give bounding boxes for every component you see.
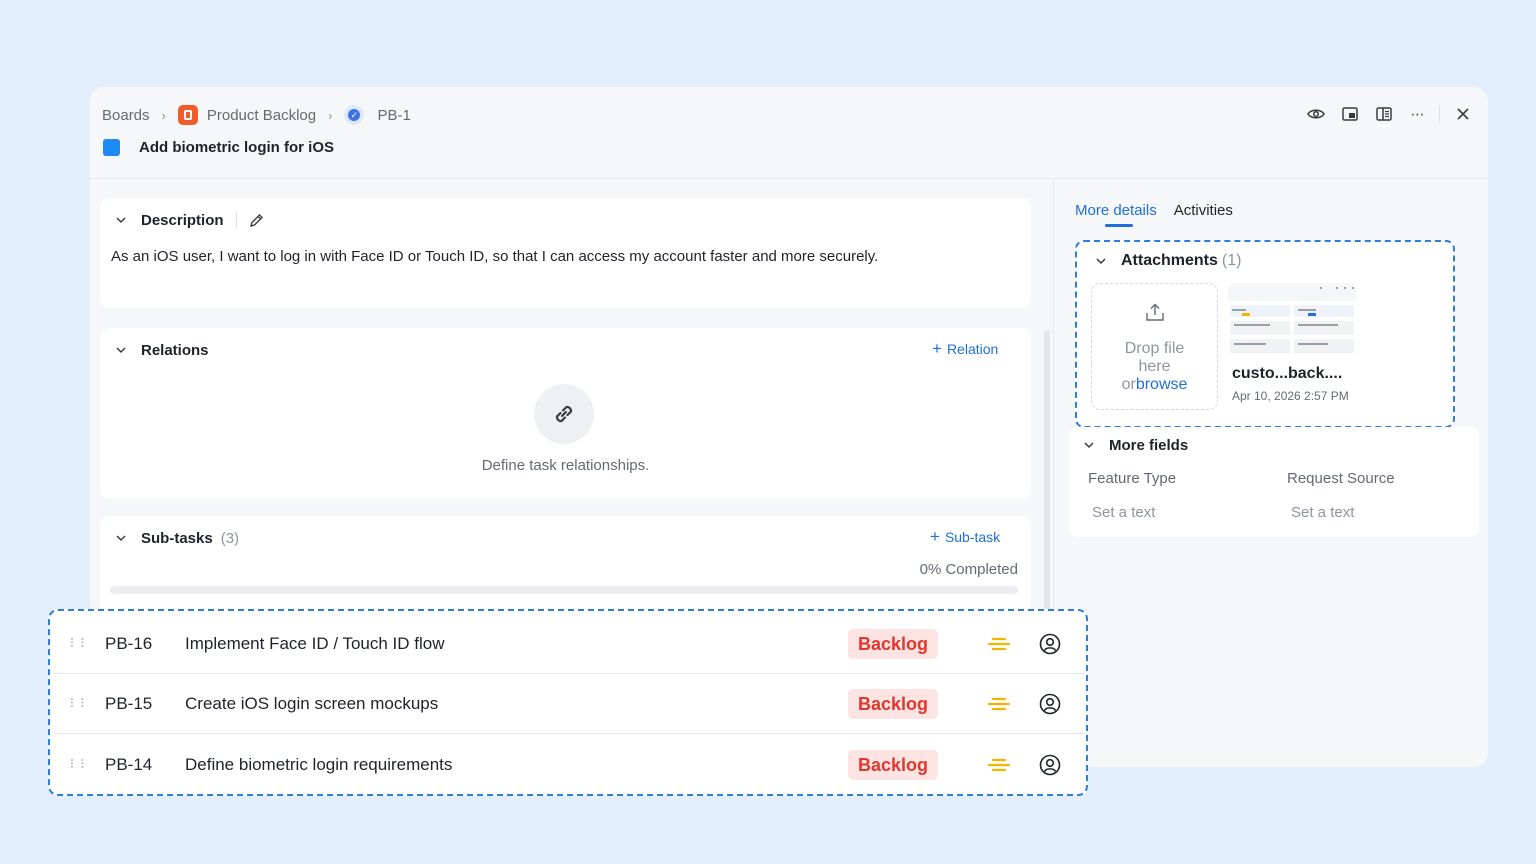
priority-medium-icon[interactable] [987,696,1011,712]
more-options-icon[interactable]: ⋯ [1407,104,1429,124]
drop-text-line2: here [1138,358,1171,375]
relations-header[interactable]: Relations [115,340,209,360]
chevron-down-icon [116,347,126,354]
drag-handle-icon[interactable]: ⠇⠇ [69,637,89,650]
subtask-id[interactable]: PB-16 [105,634,152,654]
assignee-avatar-icon[interactable] [1039,633,1061,655]
status-badge[interactable]: Backlog [848,689,939,719]
breadcrumb-board-label: Product Backlog [206,106,317,124]
subtasks-header[interactable]: Sub-tasks (3) [115,528,239,548]
plus-icon: + [932,339,942,358]
header-divider [235,211,237,229]
breadcrumb-task-label: PB-1 [377,106,411,124]
description-section: Description As an iOS user, I want to lo… [100,198,1031,308]
subtask-id[interactable]: PB-14 [105,755,152,775]
details-sidebar: More details Activities Attachments (1) … [1053,179,1488,767]
subtasks-heading: Sub-tasks [141,529,213,547]
subtask-title[interactable]: Implement Face ID / Touch ID flow [185,634,445,654]
breadcrumb-task[interactable]: ✓ PB-1 [344,105,411,125]
subtask-row[interactable]: ⠇⠇ PB-14 Define biometric login requirem… [54,735,1084,794]
request-source-label: Request Source [1287,470,1395,487]
header-toolbar: ⋯ [1293,104,1474,124]
drag-handle-icon[interactable]: ⠇⠇ [69,697,89,710]
more-fields-section: More fields Feature Type Set a text Requ… [1069,427,1479,537]
breadcrumb-boards[interactable]: Boards [102,107,150,124]
drop-text-line3: orbrowse [1092,376,1217,394]
subtasks-progress-bar [110,586,1018,594]
relations-empty-text: Define task relationships. [481,457,650,474]
chevron-right-icon: › [328,107,333,123]
request-source-field[interactable]: Set a text [1291,504,1354,521]
priority-medium-icon[interactable] [987,636,1011,652]
description-heading: Description [141,211,224,229]
add-relation-button[interactable]: + Relation [932,339,998,359]
subtask-row[interactable]: ⠇⠇ PB-16 Implement Face ID / Touch ID fl… [54,615,1084,674]
assignee-avatar-icon[interactable] [1039,754,1061,776]
subtasks-count: (3) [220,529,240,547]
more-fields-header[interactable]: More fields [1083,435,1188,455]
drag-handle-icon[interactable]: ⠇⠇ [69,758,89,771]
assignee-avatar-icon[interactable] [1039,693,1061,715]
chevron-right-icon: › [161,107,166,123]
details-tabs: More details Activities [1075,202,1250,227]
eye-icon[interactable] [1305,104,1327,124]
more-fields-heading: More fields [1109,436,1189,454]
task-title[interactable]: Add biometric login for iOS [139,139,334,156]
task-type-icon [103,139,120,156]
add-relation-label: Relation [946,341,999,357]
pencil-icon[interactable] [249,213,264,228]
close-icon[interactable] [1452,104,1474,124]
status-badge[interactable]: Backlog [848,629,939,659]
chevron-down-icon [1084,442,1094,449]
subtask-row[interactable]: ⠇⠇ PB-15 Create iOS login screen mockups… [54,675,1084,734]
plus-icon: + [930,527,940,546]
side-panel-icon[interactable] [1373,104,1395,124]
link-icon [534,384,594,444]
subtask-title[interactable]: Create iOS login screen mockups [185,694,438,714]
relations-heading: Relations [141,341,209,359]
chevron-down-icon [116,535,126,542]
description-header[interactable]: Description [115,210,264,230]
tab-activities[interactable]: Activities [1174,202,1233,227]
attachments-count: (1) [1221,252,1242,269]
drop-or: or [1121,376,1136,393]
drop-text-line1: Drop file [1124,340,1185,357]
chevron-down-icon [1096,258,1106,265]
feature-type-label: Feature Type [1088,470,1177,487]
subtask-list: ⠇⠇ PB-16 Implement Face ID / Touch ID fl… [48,609,1088,796]
browse-link[interactable]: browse [1136,376,1188,393]
attachment-date: Apr 10, 2026 2:57 PM [1232,389,1349,403]
toolbar-divider [1439,105,1440,123]
task-check-icon: ✓ [344,105,365,125]
subtasks-progress-text: 0% Completed [919,561,1018,578]
task-header: Boards › Product Backlog › ✓ PB-1 Add bi… [90,87,1488,179]
status-badge[interactable]: Backlog [848,749,939,780]
attachments-header[interactable]: Attachments (1) [1095,251,1241,271]
attachments-heading: Attachments [1121,252,1218,269]
subtask-title[interactable]: Define biometric login requirements [185,755,452,775]
attachment-filename[interactable]: custo...back.... [1232,365,1342,383]
file-drop-zone[interactable]: Drop file here orbrowse [1091,283,1218,410]
board-icon [177,105,198,125]
description-text[interactable]: As an iOS user, I want to log in with Fa… [111,248,1011,265]
add-subtask-button[interactable]: + Sub-task [930,527,1000,547]
attachment-thumbnail[interactable] [1228,283,1356,357]
relations-section: Relations + Relation Define task relatio… [100,328,1031,499]
tab-more-details[interactable]: More details [1075,202,1157,227]
chevron-down-icon [116,217,126,224]
picture-in-picture-icon[interactable] [1339,104,1361,124]
priority-medium-icon[interactable] [987,757,1011,773]
breadcrumb: Boards › Product Backlog › ✓ PB-1 [102,104,411,126]
upload-icon [1092,303,1217,325]
attachments-section: Attachments (1) Drop file here orbrowse [1075,240,1455,428]
breadcrumb-board[interactable]: Product Backlog [177,105,317,125]
feature-type-field[interactable]: Set a text [1092,504,1155,521]
task-title-row: Add biometric login for iOS [103,139,334,156]
add-subtask-label: Sub-task [944,529,1001,545]
subtask-id[interactable]: PB-15 [105,694,152,714]
